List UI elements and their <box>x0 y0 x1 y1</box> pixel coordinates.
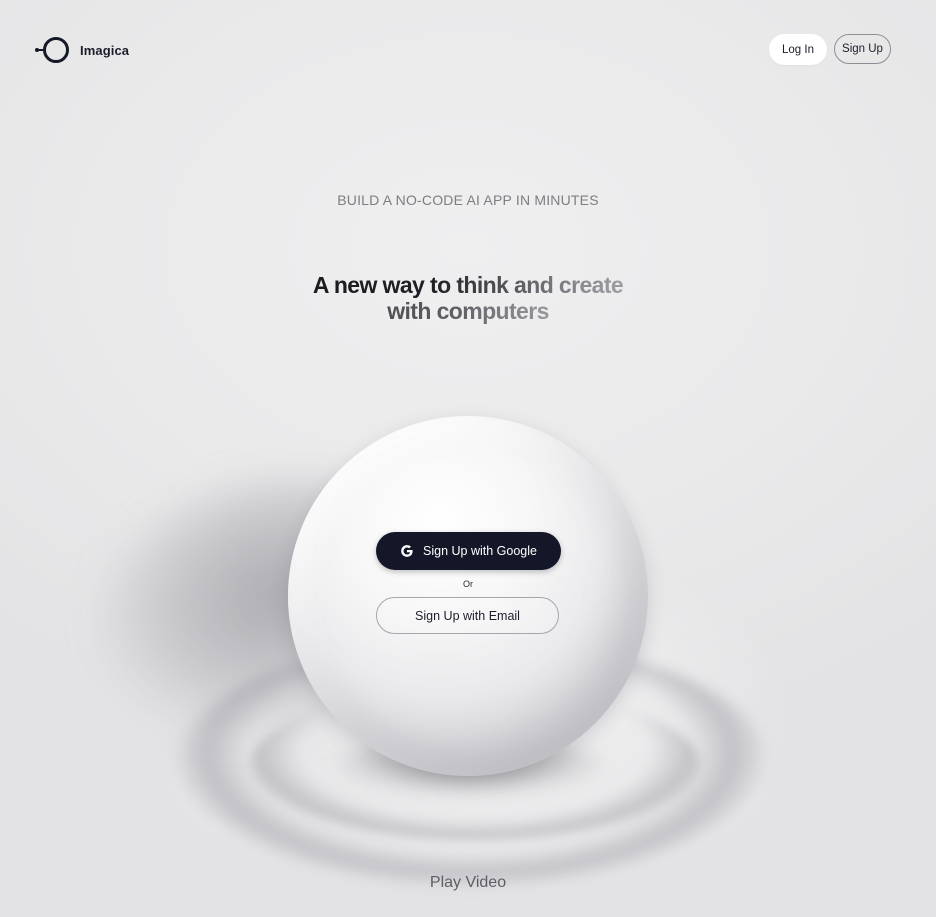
hero-sphere <box>288 416 648 776</box>
imagica-logo-icon <box>35 36 71 64</box>
signup-email-button[interactable]: Sign Up with Email <box>376 597 559 634</box>
hero-background <box>0 0 936 917</box>
or-divider-text: Or <box>463 579 473 589</box>
play-video-link[interactable]: Play Video <box>0 874 936 892</box>
signup-google-label: Sign Up with Google <box>423 544 537 558</box>
headline-line-1: A new way to think and create <box>298 272 638 298</box>
header-signup-button[interactable]: Sign Up <box>834 34 891 64</box>
google-icon <box>400 544 414 558</box>
login-button[interactable]: Log In <box>769 34 827 65</box>
hero-headline: A new way to think and create with compu… <box>0 272 936 324</box>
brand-logo[interactable]: Imagica <box>35 36 129 64</box>
signup-google-button[interactable]: Sign Up with Google <box>376 532 561 570</box>
brand-name: Imagica <box>80 42 130 58</box>
headline-line-2: with computers <box>378 298 558 324</box>
hero-eyebrow: BUILD A NO-CODE AI APP IN MINUTES <box>337 192 599 208</box>
